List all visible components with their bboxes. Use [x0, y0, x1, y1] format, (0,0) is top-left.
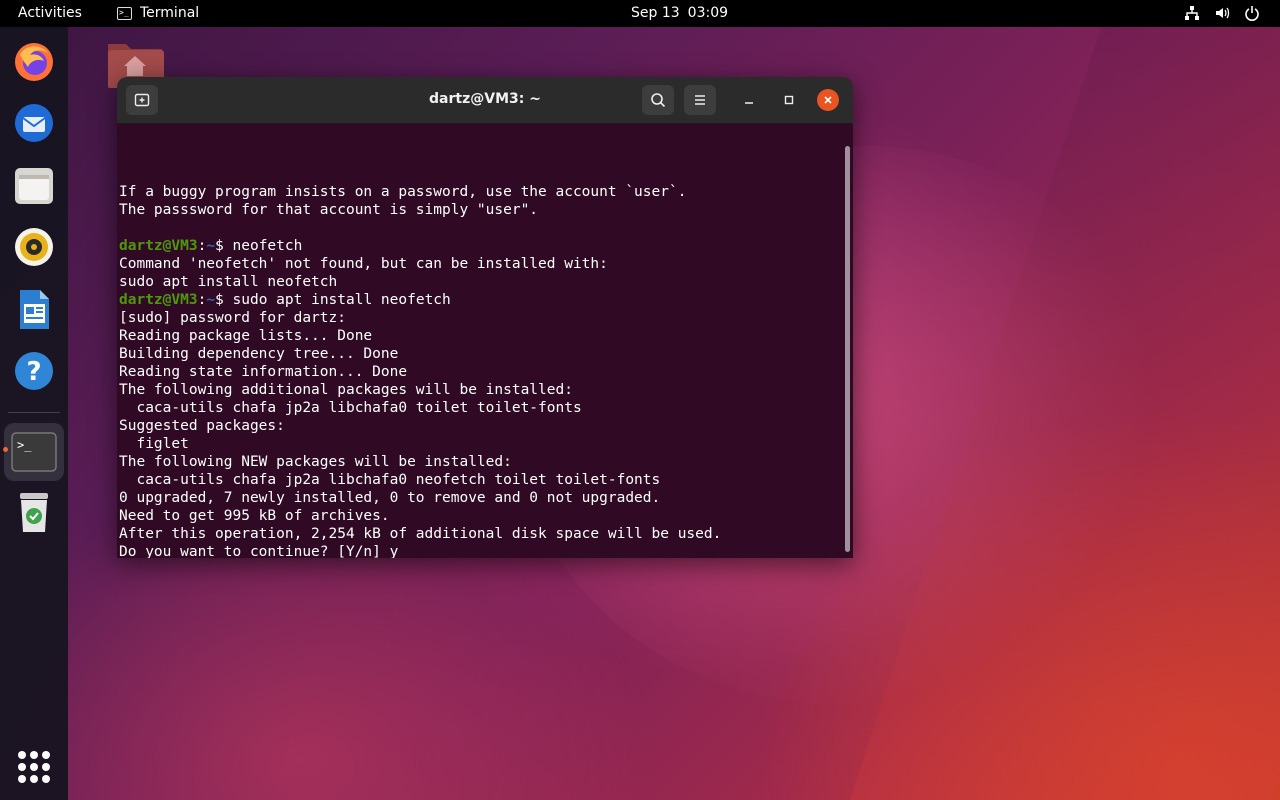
terminal-headerbar[interactable]: dartz@VM3: ~ [117, 77, 853, 124]
dock-item-writer[interactable] [10, 285, 58, 333]
clock-time: 03:09 [687, 5, 729, 21]
show-apps-icon[interactable] [18, 751, 50, 783]
minimize-icon [745, 102, 753, 104]
svg-text:?: ? [26, 357, 41, 387]
maximize-icon [784, 95, 794, 105]
help-icon: ? [15, 352, 53, 390]
hamburger-icon [695, 95, 705, 105]
menu-button[interactable] [684, 85, 716, 115]
search-button[interactable] [642, 85, 674, 115]
prompt-path: ~ [206, 292, 216, 308]
prompt-user: dartz@VM3 [119, 238, 198, 254]
terminal-prompt-line: dartz@VM3:~$ neofetch [119, 237, 853, 255]
maximize-button[interactable] [778, 89, 800, 111]
minimize-button[interactable] [738, 89, 760, 111]
top-bar: Activities >_ Terminal Sep 13 03:09 [0, 0, 1280, 27]
terminal-output-line: After this operation, 2,254 kB of additi… [119, 526, 722, 542]
writer-icon [20, 290, 49, 329]
terminal-output-line: If a buggy program insists on a password… [119, 184, 687, 200]
dock-item-trash[interactable] [10, 489, 58, 537]
dock-item-terminal[interactable]: >_ [4, 423, 64, 481]
terminal-output-line: sudo apt install neofetch [119, 274, 338, 290]
search-icon [651, 93, 666, 108]
app-menu[interactable]: >_ Terminal [117, 5, 199, 21]
terminal-output-line: Do you want to continue? [Y/n] y [119, 544, 399, 558]
dock-item-help[interactable]: ? [10, 347, 58, 395]
terminal-output-line: Reading package lists... Done [119, 328, 373, 344]
terminal-output-line: caca-utils chafa jp2a libchafa0 neofetch… [119, 472, 661, 488]
prompt-user: dartz@VM3 [119, 292, 198, 308]
terminal-output-line: figlet [119, 436, 189, 452]
dock-item-rhythmbox[interactable] [10, 223, 58, 271]
terminal-icon: >_ [11, 432, 57, 472]
terminal-output-line: 0 upgraded, 7 newly installed, 0 to remo… [119, 490, 661, 506]
terminal-output-line: Building dependency tree... Done [119, 346, 399, 362]
terminal-prompt-line: dartz@VM3:~$ sudo apt install neofetch [119, 291, 853, 309]
dock: ? >_ [0, 27, 68, 800]
system-tray[interactable] [1184, 5, 1260, 21]
network-icon[interactable] [1184, 5, 1200, 21]
terminal-output-line: Need to get 995 kB of archives. [119, 508, 390, 524]
close-icon [824, 96, 832, 104]
terminal-app-icon: >_ [117, 6, 132, 20]
terminal-output-line: Command 'neofetch' not found, but can be… [119, 256, 608, 272]
activities-button[interactable]: Activities [18, 5, 82, 21]
terminal-output-line: caca-utils chafa jp2a libchafa0 toilet t… [119, 400, 582, 416]
files-icon [15, 168, 53, 204]
dock-separator [8, 412, 60, 413]
scrollbar[interactable] [845, 146, 850, 552]
close-button[interactable] [817, 89, 839, 111]
terminal-output-line: Reading state information... Done [119, 364, 408, 380]
dock-item-files[interactable] [10, 161, 58, 209]
clock-date: Sep 13 [631, 5, 680, 21]
rhythmbox-icon [15, 228, 53, 266]
terminal-output-line: [sudo] password for dartz: [119, 310, 346, 326]
terminal-output-line: The following additional packages will b… [119, 382, 573, 398]
prompt-symbol: $ [215, 292, 233, 308]
prompt-symbol: $ [215, 238, 233, 254]
thunderbird-icon [15, 104, 53, 142]
clock[interactable]: Sep 13 03:09 [631, 5, 728, 21]
terminal-window[interactable]: dartz@VM3: ~ If a buggy program insists … [117, 77, 853, 558]
prompt-separator: : [197, 292, 207, 308]
app-menu-label: Terminal [140, 5, 200, 21]
terminal-output[interactable]: If a buggy program insists on a password… [117, 124, 853, 558]
trash-icon [20, 493, 48, 532]
prompt-path: ~ [206, 238, 216, 254]
volume-icon[interactable] [1214, 5, 1230, 21]
svg-text:>_: >_ [17, 438, 32, 452]
terminal-output-line: The following NEW packages will be insta… [119, 454, 512, 470]
prompt-separator: : [197, 238, 207, 254]
dock-item-thunderbird[interactable] [10, 99, 58, 147]
dock-item-firefox[interactable] [10, 37, 58, 85]
terminal-output-line: Suggested packages: [119, 418, 285, 434]
prompt-command: neofetch [232, 238, 303, 254]
prompt-command: sudo apt install neofetch [232, 292, 451, 308]
power-icon[interactable] [1244, 5, 1260, 21]
terminal-output-line: The passsword for that account is simply… [119, 202, 539, 218]
firefox-icon [15, 43, 53, 81]
